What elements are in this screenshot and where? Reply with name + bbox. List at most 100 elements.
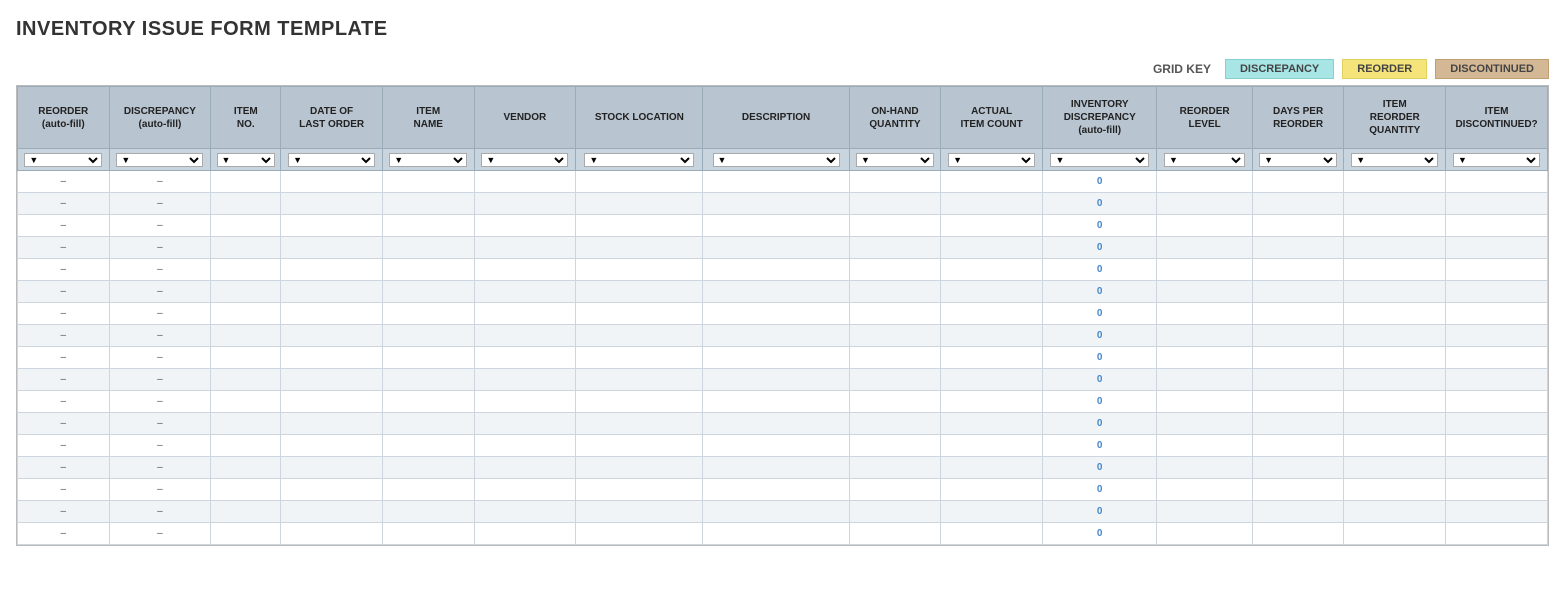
zero-val: 0	[1097, 396, 1103, 407]
dash-reorder: –	[61, 506, 67, 517]
dash-reorder: –	[61, 352, 67, 363]
dash-reorder: –	[61, 374, 67, 385]
dash-discrepancy: –	[157, 528, 163, 539]
header-row: REORDER(auto-fill) DISCREPANCY(auto-fill…	[18, 87, 1548, 149]
col-header-vendor: VENDOR	[474, 87, 576, 149]
zero-val: 0	[1097, 484, 1103, 495]
grid-key-label: GRID KEY	[1153, 62, 1211, 76]
dash-discrepancy: –	[157, 198, 163, 209]
table-row: – – 0	[18, 325, 1548, 347]
grid-key-section: GRID KEY DISCREPANCY REORDER DISCONTINUE…	[16, 59, 1549, 79]
filter-item-no[interactable]: ▼	[211, 149, 281, 171]
key-discrepancy-badge: DISCREPANCY	[1225, 59, 1334, 79]
table-row: – – 0	[18, 347, 1548, 369]
filter-stock[interactable]: ▼	[576, 149, 703, 171]
col-header-discontinued: ITEMDISCONTINUED?	[1446, 87, 1548, 149]
col-header-inv-disc: INVENTORYDISCREPANCY(auto-fill)	[1042, 87, 1156, 149]
filter-reorder-lvl[interactable]: ▼	[1157, 149, 1252, 171]
dash-reorder: –	[61, 220, 67, 231]
filter-discrepancy[interactable]: ▼	[109, 149, 211, 171]
dash-discrepancy: –	[157, 396, 163, 407]
table-row: – – 0	[18, 369, 1548, 391]
dash-discrepancy: –	[157, 242, 163, 253]
col-header-item-name: ITEMNAME	[382, 87, 474, 149]
zero-val: 0	[1097, 418, 1103, 429]
zero-val: 0	[1097, 198, 1103, 209]
filter-inv-disc[interactable]: ▼	[1042, 149, 1156, 171]
table-row: – – 0	[18, 391, 1548, 413]
zero-val: 0	[1097, 176, 1103, 187]
col-header-onhand: ON-HANDQUANTITY	[849, 87, 941, 149]
filter-actual[interactable]: ▼	[941, 149, 1043, 171]
zero-val: 0	[1097, 264, 1103, 275]
zero-val: 0	[1097, 528, 1103, 539]
filter-description[interactable]: ▼	[703, 149, 849, 171]
col-header-discrepancy: DISCREPANCY(auto-fill)	[109, 87, 211, 149]
col-header-days: DAYS PERREORDER	[1252, 87, 1344, 149]
dash-discrepancy: –	[157, 264, 163, 275]
zero-val: 0	[1097, 242, 1103, 253]
filter-date[interactable]: ▼	[281, 149, 383, 171]
dash-discrepancy: –	[157, 308, 163, 319]
table-row: ––0	[18, 413, 1548, 435]
dash-discrepancy: –	[157, 374, 163, 385]
table-row: ––0	[18, 457, 1548, 479]
dash-discrepancy: –	[157, 330, 163, 341]
table-row: – – 0	[18, 479, 1548, 501]
dash-reorder: –	[61, 176, 67, 187]
filter-reorder[interactable]: ▼	[18, 149, 110, 171]
zero-val: 0	[1097, 286, 1103, 297]
zero-val: 0	[1097, 308, 1103, 319]
zero-val: 0	[1097, 330, 1103, 341]
table-row: ––0	[18, 435, 1548, 457]
dash-discrepancy: –	[157, 286, 163, 297]
dash-discrepancy: –	[157, 176, 163, 187]
key-reorder-badge: REORDER	[1342, 59, 1427, 79]
dash-discrepancy: –	[157, 352, 163, 363]
zero-val: 0	[1097, 374, 1103, 385]
zero-val: 0	[1097, 462, 1103, 473]
table-row: – – 0	[18, 501, 1548, 523]
dash-reorder: –	[61, 308, 67, 319]
dash-reorder: –	[61, 198, 67, 209]
col-header-stock: STOCK LOCATION	[576, 87, 703, 149]
zero-val: 0	[1097, 440, 1103, 451]
table-row: – – 0	[18, 259, 1548, 281]
table-row: – – 0	[18, 171, 1548, 193]
col-header-reorder-lvl: REORDERLEVEL	[1157, 87, 1252, 149]
table-row: – – 0	[18, 193, 1548, 215]
dash-reorder: –	[61, 396, 67, 407]
table-row: – – 0	[18, 281, 1548, 303]
table-row: – – 0	[18, 237, 1548, 259]
filter-onhand[interactable]: ▼	[849, 149, 941, 171]
dash-discrepancy: –	[157, 506, 163, 517]
table-wrapper: REORDER(auto-fill) DISCREPANCY(auto-fill…	[16, 85, 1549, 546]
filter-vendor[interactable]: ▼	[474, 149, 576, 171]
dash-reorder: –	[61, 286, 67, 297]
filter-days[interactable]: ▼	[1252, 149, 1344, 171]
page-title: INVENTORY ISSUE FORM TEMPLATE	[16, 18, 1549, 41]
col-header-item-reorder: ITEMREORDERQUANTITY	[1344, 87, 1446, 149]
dash-reorder: –	[61, 330, 67, 341]
col-header-reorder: REORDER(auto-fill)	[18, 87, 110, 149]
key-discontinued-badge: DISCONTINUED	[1435, 59, 1549, 79]
filter-discontinued[interactable]: ▼	[1446, 149, 1548, 171]
table-body: ––0––0––0––0––0––0––0––0––0––0––0––0––0–…	[18, 171, 1548, 545]
filter-item-name[interactable]: ▼	[382, 149, 474, 171]
zero-val: 0	[1097, 352, 1103, 363]
dash-discrepancy: –	[157, 484, 163, 495]
dash-reorder: –	[61, 440, 67, 451]
dash-reorder: –	[61, 264, 67, 275]
dash-reorder: –	[61, 418, 67, 429]
table-row: – – 0	[18, 303, 1548, 325]
zero-val: 0	[1097, 506, 1103, 517]
dash-discrepancy: –	[157, 462, 163, 473]
dash-reorder: –	[61, 242, 67, 253]
dash-reorder: –	[61, 484, 67, 495]
filter-item-reorder[interactable]: ▼	[1344, 149, 1446, 171]
zero-val: 0	[1097, 220, 1103, 231]
table-row: ––0	[18, 215, 1548, 237]
col-header-description: DESCRIPTION	[703, 87, 849, 149]
col-header-item-no: ITEMNO.	[211, 87, 281, 149]
col-header-actual: ACTUALITEM COUNT	[941, 87, 1043, 149]
